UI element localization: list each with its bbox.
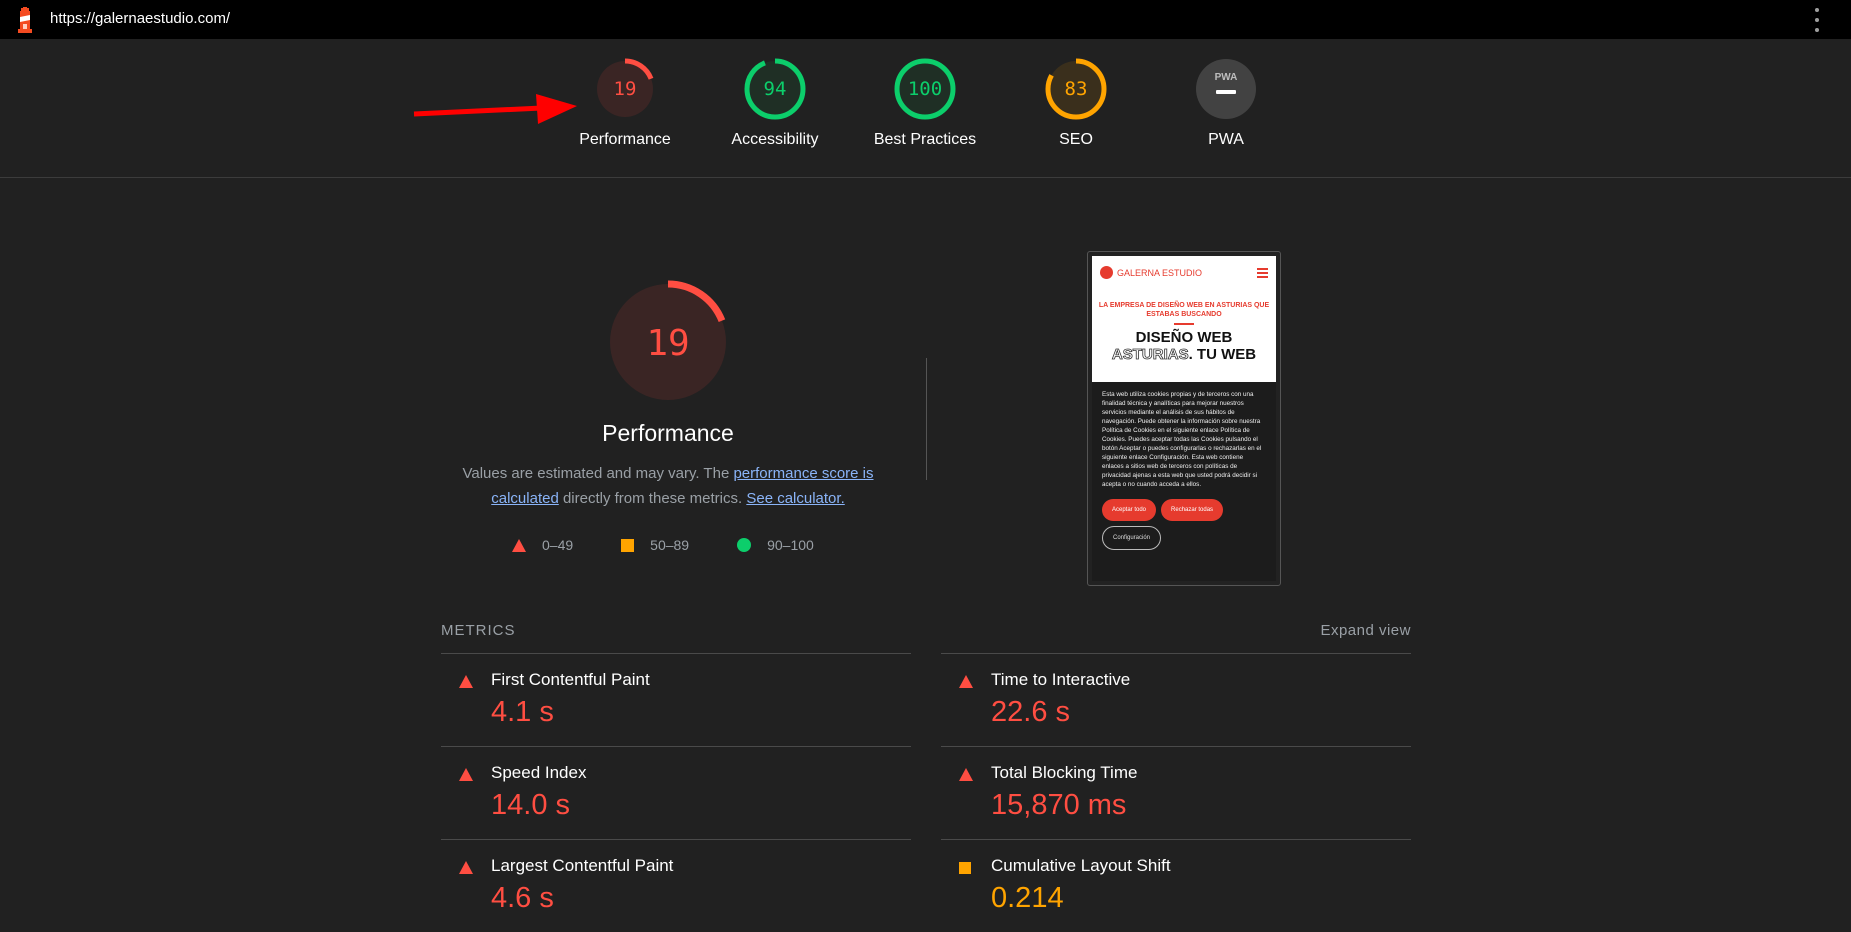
hero-subtitle: LA EMPRESA DE DISEÑO WEB EN ASTURIAS QUE… (1098, 302, 1270, 318)
cookie-reject-button: Rechazar todas (1161, 499, 1224, 521)
see-calculator-link[interactable]: See calculator. (746, 490, 844, 507)
score-gauge-icon: 100 (894, 58, 956, 120)
final-screenshot[interactable]: GALERNA ESTUDIO LA EMPRESA DE DISEÑO WEB… (1087, 251, 1281, 586)
metric-largest-contentful-paint: Largest Contentful Paint 4.6 s (441, 839, 911, 932)
cookie-banner-text: Esta web utiliza cookies propias y de te… (1102, 391, 1262, 488)
circle-icon (737, 538, 752, 552)
metric-value: 22.6 s (991, 696, 1070, 728)
score-gauge-icon: 94 (744, 58, 806, 120)
fail-triangle-icon (959, 675, 973, 688)
gauge-seo[interactable]: 83 SEO (1006, 57, 1146, 149)
cookie-accept-button: Aceptar todo (1102, 499, 1157, 521)
legend-item-pass: 90–100 (737, 537, 814, 553)
gauge-label: Accessibility (731, 131, 819, 148)
gauge-pwa[interactable]: PWA PWA (1156, 57, 1296, 149)
triangle-icon (512, 538, 526, 552)
performance-section: 19 Performance Values are estimated and … (440, 280, 896, 511)
gauge-label: Best Practices (873, 131, 977, 148)
site-logo: GALERNA ESTUDIO (1100, 266, 1202, 279)
score-summary: 19 Performance 94 Accessibility 100 Best… (0, 39, 1851, 178)
page-url[interactable]: https://galernaestudio.com/ (50, 10, 230, 27)
fail-triangle-icon (459, 768, 473, 781)
gauge-accessibility[interactable]: 94 Accessibility (705, 57, 845, 149)
screenshot-phone: GALERNA ESTUDIO LA EMPRESA DE DISEÑO WEB… (1092, 256, 1276, 581)
metric-total-blocking-time: Total Blocking Time 15,870 ms (941, 746, 1411, 839)
expand-view-button[interactable]: Expand view (1320, 622, 1411, 639)
metrics-grid: First Contentful Paint 4.1 s Time to Int… (441, 653, 1411, 932)
top-bar: https://galernaestudio.com/ (0, 0, 1851, 39)
metrics-header: METRICS Expand view (441, 622, 1411, 639)
kebab-menu-icon[interactable] (1812, 8, 1822, 32)
metric-name: Largest Contentful Paint (491, 856, 674, 875)
metric-value: 0.214 (991, 882, 1064, 914)
hamburger-icon (1257, 267, 1268, 278)
average-square-icon (959, 862, 971, 874)
fail-triangle-icon (459, 861, 473, 874)
gauge-label: Performance (579, 131, 671, 148)
metric-cumulative-layout-shift: Cumulative Layout Shift 0.214 (941, 839, 1411, 932)
metric-name: Time to Interactive (991, 670, 1131, 689)
site-hero: LA EMPRESA DE DISEÑO WEB EN ASTURIAS QUE… (1092, 289, 1276, 382)
metric-name: Speed Index (491, 763, 587, 782)
gauge-score: 94 (764, 78, 787, 100)
gauge-label: SEO (1059, 131, 1093, 148)
performance-gauge-icon: 19 (606, 280, 730, 404)
metric-value: 15,870 ms (991, 789, 1127, 821)
square-icon (621, 538, 635, 552)
gauge-score: 100 (908, 78, 942, 100)
gauge-best-practices[interactable]: 100 Best Practices (855, 57, 995, 149)
performance-description: Values are estimated and may vary. The p… (462, 465, 874, 507)
metric-speed-index: Speed Index 14.0 s (441, 746, 911, 839)
galerna-logo-icon (1100, 266, 1113, 279)
metric-name: Cumulative Layout Shift (991, 856, 1171, 875)
metric-name: First Contentful Paint (491, 670, 650, 689)
cookie-config-button: Configuración (1102, 526, 1162, 550)
metric-value: 4.1 s (491, 696, 554, 728)
metric-name: Total Blocking Time (991, 763, 1138, 782)
pwa-badge-text: PWA (1215, 72, 1238, 83)
metric-time-to-interactive: Time to Interactive 22.6 s (941, 653, 1411, 746)
gauge-score: 83 (1065, 78, 1088, 100)
metric-value: 4.6 s (491, 882, 554, 914)
metrics-title: METRICS (441, 622, 516, 639)
vertical-divider (926, 358, 927, 480)
metric-value: 14.0 s (491, 789, 570, 821)
hero-headline-2: ASTURIAS. TU WEB (1111, 346, 1257, 364)
gauge-score: 19 (614, 78, 637, 100)
legend-item-average: 50–89 (621, 537, 689, 553)
lighthouse-icon (18, 7, 32, 33)
performance-title: Performance (602, 420, 734, 446)
site-header: GALERNA ESTUDIO (1092, 256, 1276, 289)
score-gauge-icon: 83 (1045, 58, 1107, 120)
fail-triangle-icon (459, 675, 473, 688)
gauge-label: PWA (1208, 131, 1244, 148)
red-arrow-icon (413, 94, 577, 124)
score-gauge-icon: 19 (594, 58, 656, 120)
performance-score: 19 (646, 323, 689, 364)
fail-triangle-icon (959, 768, 973, 781)
metric-first-contentful-paint: First Contentful Paint 4.1 s (441, 653, 911, 746)
pwa-badge-icon: PWA (1196, 59, 1256, 119)
hero-headline: DISEÑO WEB (1135, 329, 1233, 346)
score-legend: 0–49 50–89 90–100 (512, 537, 862, 553)
legend-item-fail: 0–49 (512, 537, 573, 553)
